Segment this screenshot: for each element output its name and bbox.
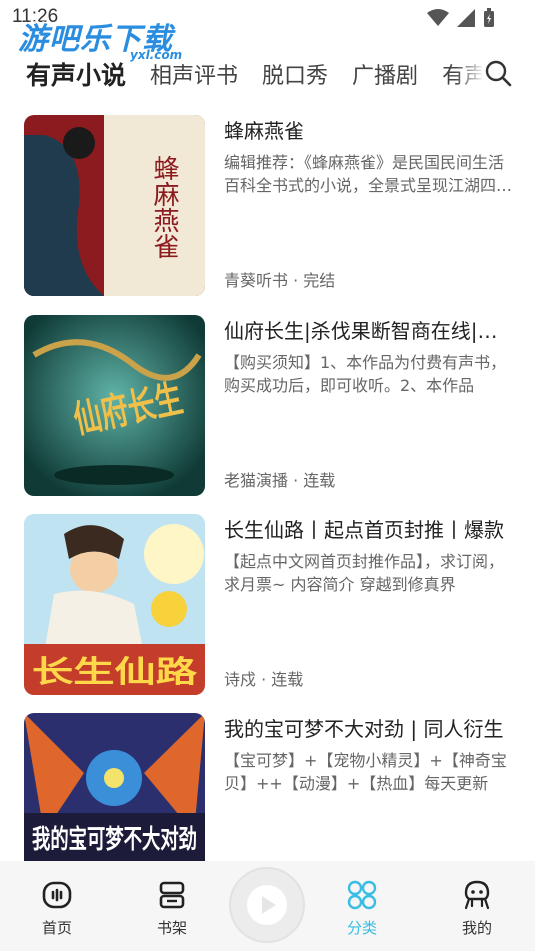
book-desc: 【起点中文网首页封推作品】，求订阅，求月票~ 内容简介 穿越到修真界 <box>224 552 505 594</box>
tab-strip: 有声小说 相声评书 脱口秀 广播剧 有声书 <box>26 56 482 92</box>
tab-crosstalk[interactable]: 相声评书 <box>150 58 238 90</box>
book-title: 蜂麻燕雀 <box>224 119 304 143</box>
category-tabs: 有声小说 相声评书 脱口秀 广播剧 有声书 <box>0 50 535 98</box>
book-item[interactable]: 仙府长生 仙府长生|杀伐果断智商在线|热血爽文 【购买须知】1、本作品为付费有声… <box>24 315 514 497</box>
book-title: 我的宝可梦不大对劲 | 同人衍生 <box>224 717 504 741</box>
cover-title-char: 蜂麻燕雀 <box>149 155 179 259</box>
book-item[interactable]: 长生仙路 长生仙路丨起点首页封推丨爆款 【起点中文网首页封推作品】，求订阅，求月… <box>24 514 514 696</box>
battery-icon <box>484 8 494 27</box>
status-bar: 11:26 游吧乐下载 yxl.com <box>0 0 535 62</box>
book-desc: 【宝可梦】+【宠物小精灵】+【神奇宝贝】++【动漫】+【热血】每天更新 <box>224 751 507 793</box>
profile-icon <box>464 880 490 910</box>
book-desc: 编辑推荐：《蜂麻燕雀》是民国民间生活百科全书式的小说，全景式呈现江湖四大门派传奇 <box>224 153 513 195</box>
play-icon <box>247 885 287 925</box>
nav-label: 分类 <box>346 919 377 937</box>
bottom-nav: 首页 书架 分类 我的 <box>0 861 535 951</box>
book-desc: 【购买须知】1、本作品为付费有声书，购买成功后，即可收听。2、本作品 <box>224 353 507 395</box>
nav-bookshelf[interactable]: 书架 <box>137 879 207 938</box>
tab-fade <box>455 50 485 98</box>
nav-label: 我的 <box>461 919 492 937</box>
nav-category[interactable]: 分类 <box>327 879 397 938</box>
nav-home[interactable]: 首页 <box>22 879 92 938</box>
signal-icon <box>457 9 475 27</box>
book-cover: 长生仙路 <box>24 514 205 695</box>
tab-audio-novel[interactable]: 有声小说 <box>26 56 126 92</box>
bookshelf-icon <box>159 881 185 909</box>
nav-label: 书架 <box>156 919 187 937</box>
wifi-icon <box>427 9 449 26</box>
search-icon[interactable] <box>483 58 513 88</box>
tab-talk-show[interactable]: 脱口秀 <box>262 58 328 90</box>
cover-title: 长生仙路 <box>32 655 198 690</box>
nav-label: 首页 <box>41 919 72 937</box>
book-title: 仙府长生|杀伐果断智商在线|热血爽文 <box>224 319 514 343</box>
book-meta: 青葵听书 · 完结 <box>224 271 336 290</box>
book-meta: 诗戍 · 连载 <box>224 670 304 689</box>
category-icon <box>347 880 377 910</box>
status-icons <box>427 8 495 28</box>
book-title: 长生仙路丨起点首页封推丨爆款 <box>224 518 504 542</box>
cover-title: 我的宝可梦不大对劲 <box>32 824 197 855</box>
tab-radio-drama[interactable]: 广播剧 <box>352 58 418 90</box>
book-cover: 仙府长生 <box>24 315 205 496</box>
book-meta: 老猫演播 · 连载 <box>224 471 336 490</box>
home-icon <box>42 881 72 909</box>
nav-profile[interactable]: 我的 <box>442 879 512 938</box>
player-button[interactable] <box>229 867 305 943</box>
book-cover: 蜂麻燕雀 <box>24 115 205 296</box>
book-cover: 我的宝可梦不大对劲 <box>24 713 205 861</box>
book-item[interactable]: 蜂麻燕雀 蜂麻燕雀 编辑推荐：《蜂麻燕雀》是民国民间生活百科全书式的小说，全景式… <box>24 115 514 297</box>
